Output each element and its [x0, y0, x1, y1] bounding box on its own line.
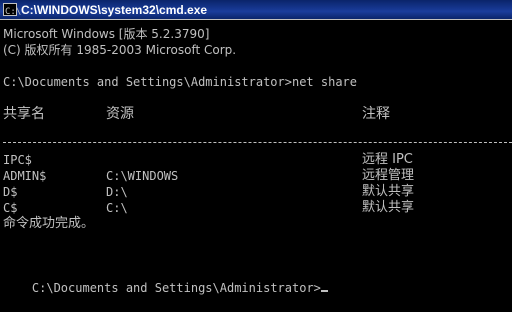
window-title: C:\WINDOWS\system32\cmd.exe	[21, 3, 208, 17]
share-name: D$	[3, 185, 18, 199]
cmd-icon[interactable]: C:\	[3, 3, 21, 17]
banner-copyright: (C) 版权所有 1985-2003 Microsoft Corp.	[3, 43, 237, 57]
header-resource: 资源	[106, 106, 134, 122]
share-remark: 远程 IPC	[362, 152, 413, 167]
console-output[interactable]: Microsoft Windows [版本 5.2.3790] (C) 版权所有…	[0, 22, 512, 310]
header-share-name: 共享名	[3, 106, 45, 122]
share-remark: 默认共享	[362, 184, 415, 199]
prompt-net-share: C:\Documents and Settings\Administrator>…	[3, 75, 358, 89]
prompt-text: C:\Documents and Settings\Administrator>	[31, 281, 321, 295]
separator-line	[3, 142, 512, 143]
window-titlebar[interactable]: C:\ C:\WINDOWS\system32\cmd.exe	[0, 0, 512, 20]
header-remark: 注释	[362, 106, 390, 122]
share-remark: 默认共享	[362, 200, 415, 215]
share-resource: C:\WINDOWS	[106, 169, 179, 183]
banner-version: Microsoft Windows [版本 5.2.3790]	[3, 27, 210, 41]
share-remark: 远程管理	[362, 168, 415, 183]
status-message: 命令成功完成。	[3, 216, 95, 231]
share-name: ADMIN$	[3, 169, 47, 183]
prompt-current: C:\Documents and Settings\Administrator>	[3, 264, 328, 295]
share-name: C$	[3, 201, 18, 215]
share-name: IPC$	[3, 153, 32, 167]
share-resource: D:\	[106, 185, 128, 199]
share-resource: C:\	[106, 201, 128, 215]
text-cursor	[320, 290, 328, 292]
